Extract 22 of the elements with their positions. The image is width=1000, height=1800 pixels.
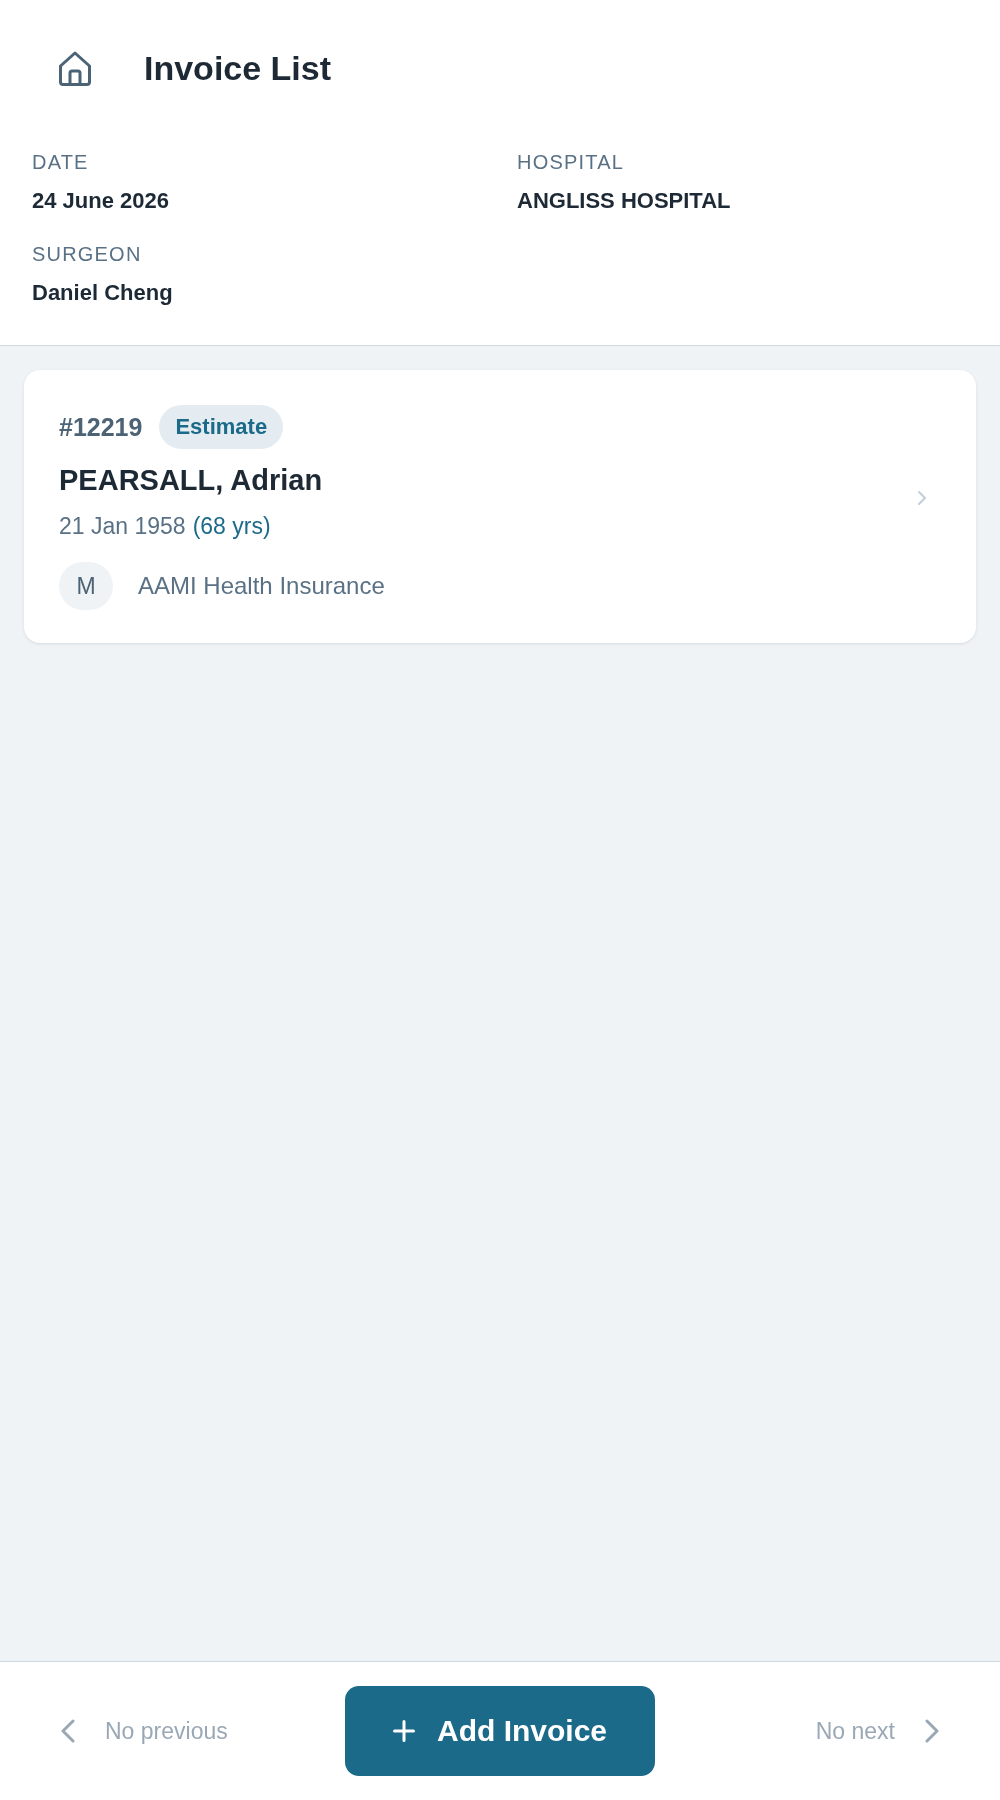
home-icon (58, 49, 92, 87)
add-invoice-button[interactable]: Add Invoice (345, 1686, 655, 1776)
status-badge: Estimate (159, 405, 284, 449)
birth-date: 21 Jan 1958 (59, 512, 186, 541)
chevron-right-icon (925, 1719, 939, 1743)
home-button[interactable] (58, 49, 92, 87)
plus-icon (393, 1720, 415, 1742)
insurer-name: AAMI Health Insurance (138, 571, 385, 601)
invoice-card[interactable]: #12219 Estimate PEARSALL, Adrian 21 Jan 1958 (68 yrs) M AAMI Health Insurance (24, 370, 976, 643)
patient-name: PEARSALL, Adrian (59, 463, 323, 498)
invoice-number: #12219 (59, 412, 143, 442)
patient-age: (68 yrs) (192, 512, 271, 541)
insurer-avatar: M (59, 562, 113, 610)
detail-value: 24 June 2026 (32, 187, 169, 215)
chevron-left-icon (61, 1719, 75, 1743)
detail-label: HOSPITAL (517, 150, 625, 175)
detail-label: SURGEON (32, 242, 142, 267)
detail-label: DATE (32, 150, 89, 175)
chevron-right-icon (917, 489, 927, 506)
page-title: Invoice List (144, 48, 332, 88)
detail-value: Daniel Cheng (32, 279, 173, 307)
detail-value: ANGLISS HOSPITAL (517, 187, 731, 215)
